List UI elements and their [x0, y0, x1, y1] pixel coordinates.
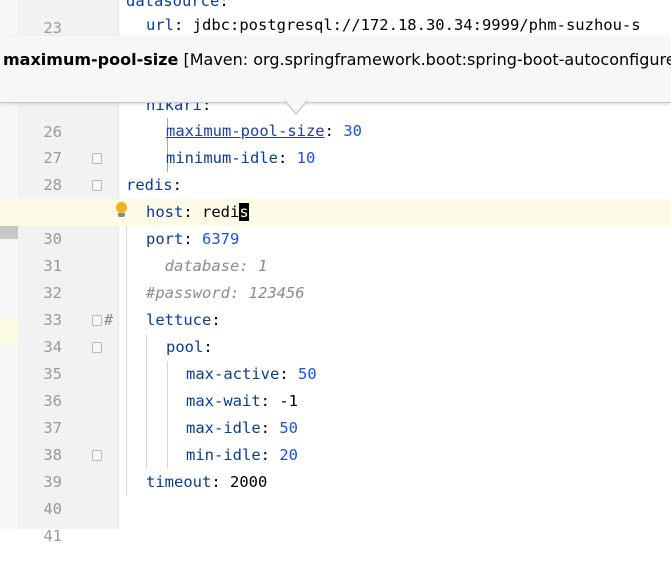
yaml-key: url — [146, 16, 174, 34]
yaml-comment: #password: 123456 — [146, 284, 305, 302]
yaml-key: redis — [126, 176, 173, 194]
fold-start-icon[interactable] — [92, 180, 102, 191]
text-cursor: s — [239, 203, 249, 221]
yaml-key: pool — [166, 338, 204, 356]
yaml-colon: : — [260, 419, 280, 437]
code-line[interactable]: 27 maximum-pool-size: 30 — [0, 118, 671, 167]
yaml-key: timeout — [146, 473, 212, 491]
yaml-key-link[interactable]: maximum-pool-size — [166, 122, 325, 140]
yaml-key: min-idle — [186, 446, 261, 464]
code-line[interactable]: 33 #password: 123456 — [0, 280, 671, 329]
yaml-key: port — [146, 230, 184, 248]
yaml-colon: : — [183, 203, 202, 221]
fold-end-icon[interactable] — [92, 450, 102, 461]
yaml-colon: : — [219, 0, 229, 10]
yaml-colon: : — [174, 16, 193, 34]
tooltip-pointer-fill — [285, 100, 307, 113]
yaml-comment: database: 1 — [146, 257, 268, 275]
yaml-colon: : — [279, 365, 298, 383]
yaml-colon: : — [260, 446, 280, 464]
fold-end-icon[interactable] — [92, 153, 102, 164]
yaml-colon: : — [260, 392, 280, 410]
yaml-value: 20 — [279, 446, 298, 464]
yaml-key: max-active — [186, 365, 280, 383]
yaml-value: redi — [202, 203, 240, 221]
yaml-value: jdbc:postgresql://172.18.30.34:9999/phm-… — [192, 16, 641, 34]
yaml-colon: : — [211, 473, 230, 491]
code-line[interactable]: 24 url: jdbc:postgresql://172.18.30.34:9… — [0, 12, 671, 61]
yaml-key: minimum-idle — [166, 149, 278, 167]
yaml-key: max-wait — [186, 392, 261, 410]
yaml-colon: : — [277, 149, 297, 167]
yaml-key: max-idle — [186, 419, 261, 437]
code-line[interactable]: 40 timeout: 2000 — [0, 469, 671, 518]
yaml-colon: : — [172, 176, 183, 194]
code-line[interactable]: 32 # database: 1 — [0, 253, 671, 329]
lightbulb-base — [118, 213, 125, 217]
lightbulb-icon[interactable] — [116, 202, 127, 213]
yaml-value: 10 — [296, 149, 316, 167]
code-line[interactable]: 31 port: 6379 — [0, 226, 671, 275]
code-line[interactable]: 39 min-idle: 20 — [0, 442, 671, 491]
yaml-value: 50 — [298, 365, 317, 383]
fold-start-icon[interactable] — [92, 342, 102, 353]
yaml-key: host — [146, 203, 184, 221]
code-line[interactable]: 37 max-wait: -1 — [0, 388, 671, 437]
code-line[interactable]: 41 — [0, 496, 671, 545]
yaml-value: -1 — [279, 392, 298, 410]
yaml-value: 30 — [343, 122, 362, 140]
yaml-value: 50 — [279, 419, 298, 437]
yaml-value: 6379 — [202, 230, 240, 248]
yaml-colon: : — [183, 230, 202, 248]
fold-start-icon[interactable] — [92, 315, 102, 326]
documentation-tooltip[interactable]: maximum-pool-size [Maven: org.springfram… — [0, 36, 671, 103]
yaml-colon: : — [203, 338, 213, 356]
yaml-key: datasource — [126, 0, 220, 10]
current-code-line[interactable]: 30 host: redis — [0, 199, 671, 248]
yaml-colon: : — [211, 311, 221, 329]
code-line[interactable]: 34 lettuce: — [0, 307, 671, 356]
yaml-colon: : — [324, 122, 344, 140]
code-line[interactable]: 29 redis: — [0, 172, 671, 221]
code-line[interactable]: 28 minimum-idle: 10 — [0, 145, 671, 194]
line-number: 41 — [43, 527, 62, 545]
tooltip-detail: [Maven: org.springframework.boot:spring-… — [183, 50, 671, 69]
code-line[interactable]: 38 max-idle: 50 — [0, 415, 671, 464]
tooltip-title: maximum-pool-size — [3, 50, 179, 69]
yaml-value: 2000 — [230, 473, 268, 491]
code-line[interactable]: 36 max-active: 50 — [0, 361, 671, 410]
code-line[interactable]: 35 pool: — [0, 334, 671, 383]
yaml-key: lettuce — [146, 311, 212, 329]
